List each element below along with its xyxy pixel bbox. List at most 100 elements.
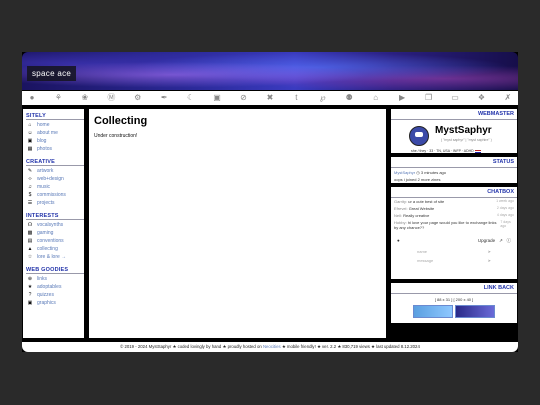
sidebar-item[interactable]: ▩ gaming [26, 229, 84, 237]
sidebar-item[interactable]: ‹› web+design [26, 175, 84, 183]
sidebar-item-label: home [37, 122, 50, 128]
nav-icon: ‹› [28, 176, 32, 182]
avatar[interactable] [409, 126, 429, 146]
sidebar-item-label: lore & lore → [37, 254, 67, 260]
webmaster-box: WEBMASTER MystSaphyr ( "myst saphyr" | "… [391, 109, 517, 153]
social-icon[interactable]: Ⓜ [105, 93, 117, 103]
sidebar-item[interactable]: ▦ photos [26, 145, 84, 153]
chat-text: ur a cute best of site [408, 199, 445, 204]
chat-author: Nell: [394, 213, 403, 218]
chat-message-body: Efrevel: Great Website [394, 206, 434, 211]
upgrade-link[interactable]: Upgrade [478, 238, 495, 243]
sidebar-item-label: commissions [37, 192, 66, 198]
social-icon[interactable]: ☾ [185, 93, 197, 103]
sidebar-item[interactable]: ▲ collecting [26, 245, 84, 253]
footer-coded: coded lovingly by hand [177, 344, 222, 349]
social-icon[interactable]: ❐ [423, 93, 435, 103]
external-link-icon[interactable]: ↗ [499, 238, 503, 243]
chat-message-body: Nell: Really creative [394, 213, 429, 218]
webmaster-alias: ( "myst saphyr" | "myst saphire" ) [441, 138, 492, 142]
linkback-buttons [391, 305, 517, 318]
sidebar-item[interactable]: ▣ graphics [26, 299, 84, 307]
nav-icon: ▩ [27, 230, 33, 236]
button-200x40[interactable] [455, 305, 495, 318]
info-icon[interactable]: ⓘ [507, 238, 512, 243]
status-user[interactable]: MystSaphyr [394, 170, 415, 175]
sidebar-item-label: adoptables [37, 284, 62, 290]
nav-icon: ☺ [27, 130, 33, 136]
chatbox: CHATBOX Garrity: ur a cute best of site 1… [391, 187, 517, 279]
footer-updated: last updated 8.12.2024 [376, 344, 420, 349]
status-meta: MystSaphyr ◷ 3 minutes ago [391, 168, 517, 175]
sidebar-item[interactable]: ★ adoptables [26, 283, 84, 291]
social-icon[interactable]: ● [26, 93, 38, 103]
send-icon[interactable]: ➤ [488, 249, 491, 254]
social-icon[interactable]: ⚙ [132, 93, 144, 103]
site-title: space ace [27, 66, 77, 81]
nav-icon: $ [28, 192, 32, 198]
footer-hosted: proudly hosted on [227, 344, 262, 349]
sidebar-item-label: graphics [37, 300, 56, 306]
social-icon[interactable]: ❖ [475, 93, 487, 103]
sidebar-item[interactable]: ☰ projects [26, 199, 84, 207]
linkback-sizes[interactable]: [ 88 x 31 ] [ 200 x 40 ] [391, 294, 517, 305]
social-icon[interactable]: ⚉ [343, 93, 355, 103]
social-icon[interactable]: ✒ [158, 93, 170, 103]
chat-time: 7 days ago [500, 220, 511, 228]
nav-icon: ⊕ [27, 276, 33, 282]
sidebar-item-label: collecting [37, 246, 58, 252]
nav-icon: ▦ [27, 146, 33, 152]
sidebar-item[interactable]: ▤ conventions [26, 237, 84, 245]
webmaster-info: she / they · 33 · TN, USA · INFP · ADHD [411, 149, 481, 153]
sidebar-item-label: quizzes [37, 292, 54, 298]
social-icon[interactable]: ▭ [449, 93, 461, 103]
sidebar-item[interactable]: ✎ artwork [26, 167, 84, 175]
sidebar-item[interactable]: ♫ music [26, 183, 84, 191]
send-icon[interactable]: ➤ [488, 258, 491, 263]
sidebar-item[interactable]: ☆ lore & lore → [26, 253, 84, 261]
sidebar-item[interactable]: ☊ vocalsynths [26, 221, 84, 229]
social-icon[interactable]: ▣ [211, 93, 223, 103]
flag-icon [474, 149, 481, 153]
sidebar-item[interactable]: ⌂ home [26, 121, 84, 129]
sidebar-item-label: music [37, 184, 51, 190]
social-icon[interactable]: ⊘ [238, 93, 250, 103]
sidebar-item-label: about me [37, 130, 58, 136]
chat-message: Hobby: hi love your page would you like … [391, 219, 517, 231]
sidebar-heading-interests: INTERESTS [26, 213, 84, 220]
page-title: Collecting [94, 115, 148, 127]
nav-icon: ★ [27, 284, 33, 290]
social-icon[interactable]: ❀ [79, 93, 91, 103]
sidebar: SITELY ⌂ home ☺ about me ▣ blog ▦ photos CREATIVE… [23, 109, 84, 338]
social-icon[interactable]: ✖ [264, 93, 276, 103]
neocities-link[interactable]: Neocities [263, 344, 281, 349]
social-icon[interactable]: ⚘ [52, 93, 64, 103]
nav-icon: ▲ [27, 246, 33, 252]
sidebar-item[interactable]: ☺ about me [26, 129, 84, 137]
chat-messages[interactable]: Garrity: ur a cute best of site 1 week ag… [391, 198, 517, 231]
social-icon[interactable]: ▶ [396, 93, 408, 103]
user-icon[interactable]: ● [397, 238, 400, 244]
sidebar-item[interactable]: ? quizzes [26, 291, 84, 299]
sidebar-item[interactable]: ⊕ links [26, 275, 84, 283]
sidebar-item-label: vocalsynths [37, 222, 64, 228]
social-icon[interactable]: t [290, 93, 302, 103]
social-icon[interactable]: ✗ [502, 93, 514, 103]
chat-text: hi love your page would you like to exch… [394, 220, 497, 230]
nav-icon: ♫ [28, 184, 32, 190]
nav-icon: ⌂ [28, 122, 32, 128]
sidebar-item-label: gaming [37, 230, 54, 236]
sidebar-item[interactable]: ▣ blog [26, 137, 84, 145]
nav-icon: ✎ [27, 168, 33, 174]
chat-message: Garrity: ur a cute best of site 1 week ag… [391, 198, 517, 205]
nav-icon: ? [28, 292, 32, 298]
banner: space ace [22, 52, 518, 90]
sidebar-item[interactable]: $ commissions [26, 191, 84, 199]
message-field[interactable]: message ➤ [391, 256, 517, 265]
name-field[interactable]: name ➤ [391, 247, 517, 256]
chatbox-heading: CHATBOX [391, 187, 517, 198]
button-88x31[interactable] [413, 305, 453, 318]
social-icon[interactable]: ⌂ [370, 93, 382, 103]
social-icon[interactable]: ℘ [317, 93, 329, 103]
sidebar-item-label: blog [37, 138, 47, 144]
